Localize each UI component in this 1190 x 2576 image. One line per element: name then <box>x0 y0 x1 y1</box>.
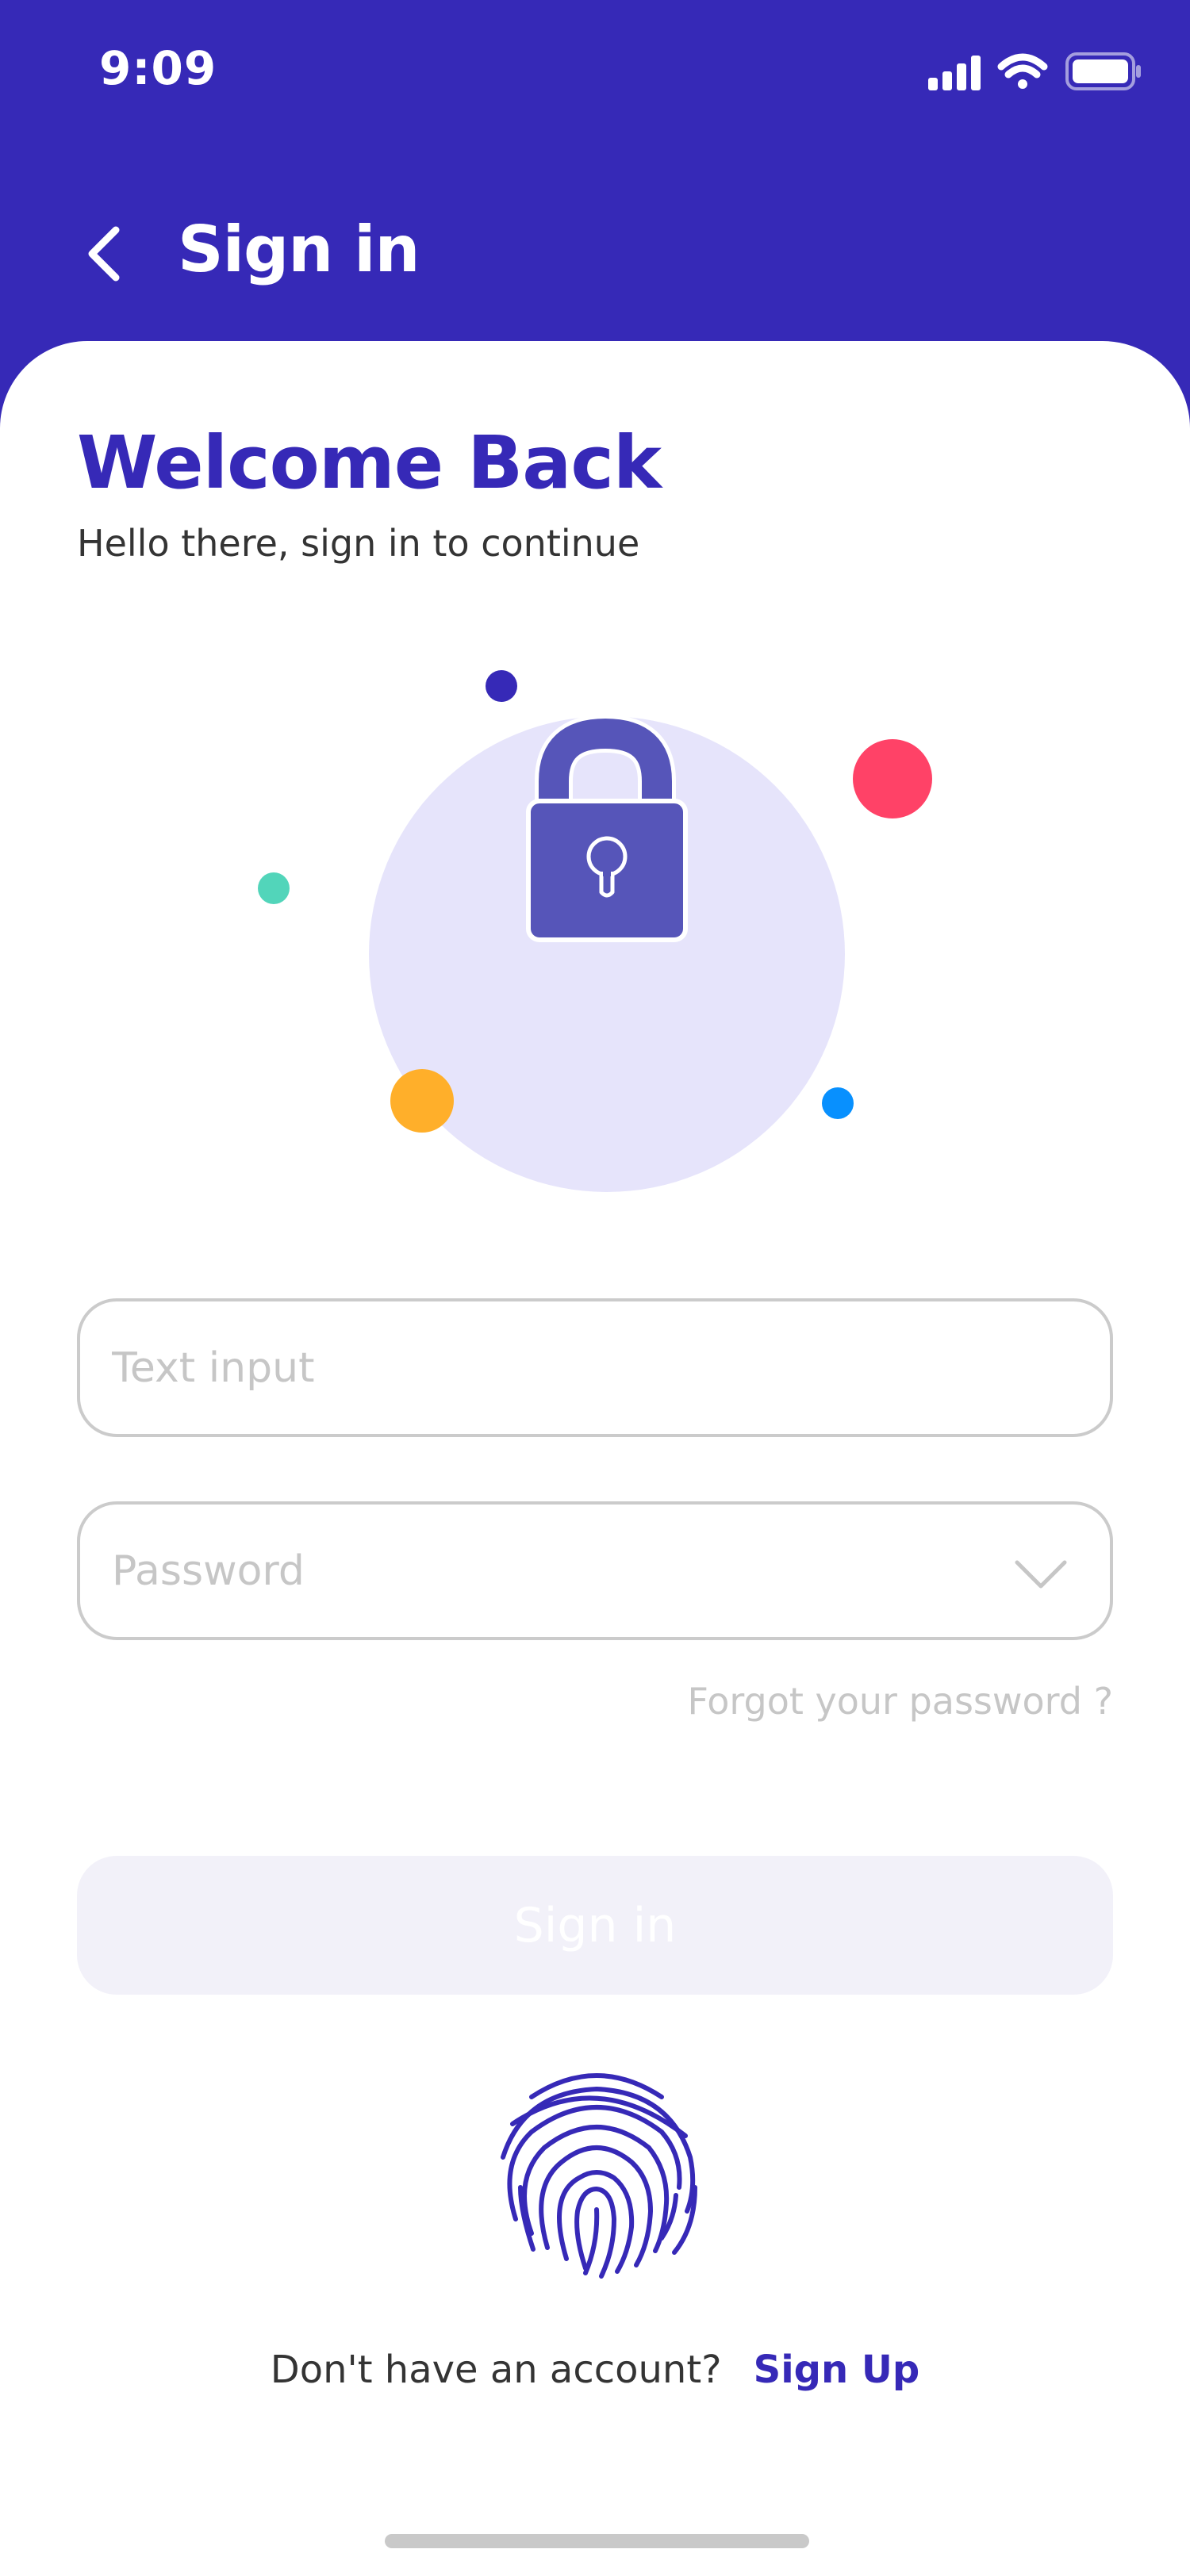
decor-dot <box>258 872 290 904</box>
decor-dot <box>822 1087 854 1119</box>
signup-row: Don't have an account? Sign Up <box>0 2348 1190 2392</box>
welcome-subtitle: Hello there, sign in to continue <box>77 522 640 565</box>
signal-icon <box>928 56 981 90</box>
email-field[interactable] <box>77 1298 1113 1437</box>
chevron-left-icon <box>88 226 120 282</box>
chevron-down-icon[interactable] <box>1013 1551 1069 1598</box>
battery-icon <box>1065 52 1141 90</box>
wifi-icon <box>997 53 1048 89</box>
welcome-title: Welcome Back <box>77 420 662 505</box>
signup-question: Don't have an account? <box>270 2348 722 2392</box>
lock-illustration <box>258 670 932 1192</box>
password-input[interactable] <box>112 1505 1024 1637</box>
decor-dot <box>390 1069 454 1133</box>
back-button[interactable] <box>71 214 135 293</box>
header: Sign in <box>0 151 1190 349</box>
sign-in-card: Welcome Back Hello there, sign in to con… <box>0 341 1190 2576</box>
sign-in-button[interactable]: Sign in <box>77 1856 1113 1995</box>
password-field[interactable] <box>77 1501 1113 1640</box>
status-icons <box>928 52 1141 90</box>
decor-dot <box>853 739 932 818</box>
email-input[interactable] <box>112 1301 1024 1434</box>
status-time: 9:09 <box>99 41 217 95</box>
page-title: Sign in <box>178 213 420 286</box>
home-indicator <box>385 2534 809 2548</box>
sign-up-link[interactable]: Sign Up <box>754 2348 920 2392</box>
decor-dot <box>486 670 517 702</box>
forgot-password-link[interactable]: Forgot your password ? <box>687 1680 1113 1723</box>
status-bar: 9:09 <box>0 0 1190 151</box>
fingerprint-icon[interactable] <box>492 2068 702 2279</box>
